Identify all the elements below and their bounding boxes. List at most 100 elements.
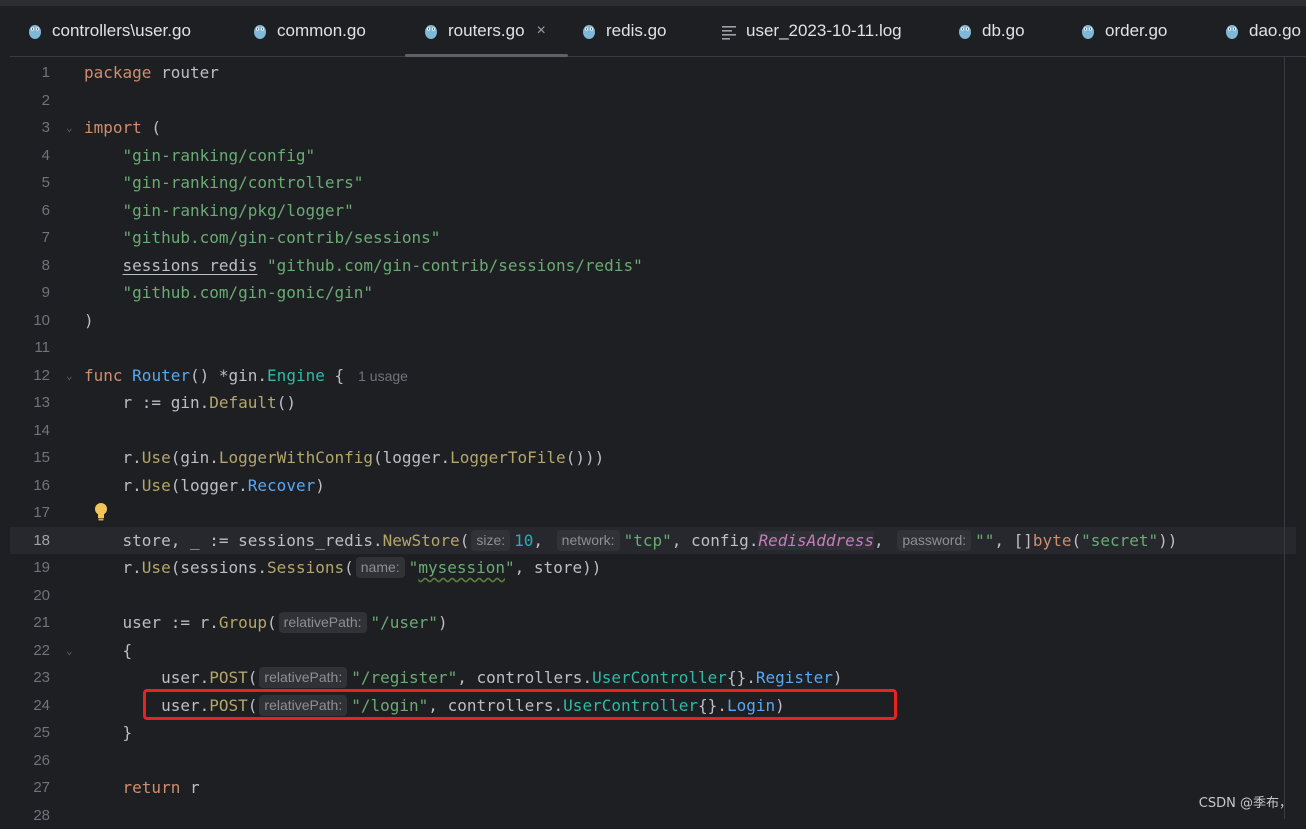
parameter-hint: network: (557, 530, 620, 551)
code-token: , (874, 531, 893, 550)
gopher-icon (1080, 22, 1096, 40)
code-token: {}. (727, 668, 756, 687)
code-line[interactable]: 27 return r (10, 774, 1296, 802)
code-text: sessions_redis "github.com/gin-contrib/s… (84, 252, 643, 280)
code-token: , (428, 696, 447, 715)
code-token: . (582, 668, 592, 687)
code-token: ( (142, 118, 161, 137)
code-token: { (123, 641, 133, 660)
code-line[interactable]: 25 } (10, 719, 1296, 747)
gopher-icon (1224, 22, 1240, 40)
tab-redis-go[interactable]: redis.go (581, 6, 666, 56)
code-line[interactable]: 7 "github.com/gin-contrib/sessions" (10, 224, 1296, 252)
code-line[interactable]: 20 (10, 582, 1296, 610)
line-number: 24 (10, 692, 50, 720)
code-line[interactable]: 16 r.Use(logger.Recover) (10, 472, 1296, 500)
line-number: 11 (10, 334, 50, 362)
code-line[interactable]: 2 (10, 87, 1296, 115)
line-number: 21 (10, 609, 50, 637)
line-number: 6 (10, 197, 50, 225)
code-line[interactable]: 3 ⌄ import ( (10, 114, 1296, 142)
tab-controllers-user-go[interactable]: controllers\user.go (27, 6, 191, 56)
code-line[interactable]: 23 user.POST(relativePath:"/register", c… (10, 664, 1296, 692)
gopher-icon (423, 22, 439, 40)
tab-user-log[interactable]: user_2023-10-11.log (721, 6, 902, 56)
close-icon[interactable]: × (537, 22, 546, 40)
editor-right-margin-line (1284, 57, 1285, 819)
code-text: "gin-ranking/pkg/logger" (84, 197, 354, 225)
string-literal: "tcp" (624, 531, 672, 550)
code-token: ( (1071, 531, 1081, 550)
method-reference: Login (727, 696, 775, 715)
code-token: gin (229, 366, 258, 385)
tab-db-go[interactable]: db.go (957, 6, 1025, 56)
code-line-current[interactable]: 18 store, _ := sessions_redis.NewStore(s… (10, 527, 1296, 555)
code-line[interactable]: 13 r := gin.Default() (10, 389, 1296, 417)
code-text: } (84, 719, 132, 747)
code-line[interactable]: 26 (10, 747, 1296, 775)
code-token: r (180, 778, 199, 797)
code-line[interactable]: 22 ⌄ { (10, 637, 1296, 665)
code-token: ( (171, 476, 181, 495)
code-line[interactable]: 8 sessions_redis "github.com/gin-contrib… (10, 252, 1296, 280)
line-number: 15 (10, 444, 50, 472)
code-line[interactable]: 14 (10, 417, 1296, 445)
function-call: Use (142, 476, 171, 495)
tab-label: common.go (277, 21, 366, 41)
tab-label: db.go (982, 21, 1025, 41)
fold-chevron-icon[interactable]: ⌄ (66, 362, 73, 390)
tab-dao-go[interactable]: dao.go (1224, 6, 1301, 56)
function-reference: Recover (248, 476, 315, 495)
code-line[interactable]: 1 package router (10, 59, 1296, 87)
usage-count-hint[interactable]: 1 usage (358, 368, 408, 384)
string-literal: "github.com/gin-contrib/sessions" (123, 228, 441, 247)
tab-label: dao.go (1249, 21, 1301, 41)
field-reference: RedisAddress (758, 531, 874, 550)
function-call: LoggerWithConfig (219, 448, 373, 467)
code-line[interactable]: 10 ) (10, 307, 1296, 335)
code-text: { (84, 637, 132, 665)
parameter-hint: relativePath: (279, 612, 367, 633)
code-line[interactable]: 24 user.POST(relativePath:"/login", cont… (10, 692, 1296, 720)
code-line[interactable]: 5 "gin-ranking/controllers" (10, 169, 1296, 197)
tab-common-go[interactable]: common.go (252, 6, 366, 56)
code-line[interactable]: 19 r.Use(sessions.Sessions(name:"mysessi… (10, 554, 1296, 582)
code-line[interactable]: 11 (10, 334, 1296, 362)
code-text: "github.com/gin-contrib/sessions" (84, 224, 440, 252)
code-text: r.Use(sessions.Sessions(name:"mysession"… (84, 554, 601, 582)
code-token: {}. (698, 696, 727, 715)
string-literal: "/register" (351, 668, 457, 687)
code-line[interactable]: 4 "gin-ranking/config" (10, 142, 1296, 170)
code-line[interactable]: 15 r.Use(gin.LoggerWithConfig(logger.Log… (10, 444, 1296, 472)
line-number: 5 (10, 169, 50, 197)
code-line[interactable]: 6 "gin-ranking/pkg/logger" (10, 197, 1296, 225)
code-line[interactable]: 21 user := r.Group(relativePath:"/user") (10, 609, 1296, 637)
code-text: user.POST(relativePath:"/register", cont… (84, 664, 843, 692)
code-line[interactable]: 28 (10, 802, 1296, 829)
code-line[interactable]: 17 (10, 499, 1296, 527)
tab-order-go[interactable]: order.go (1080, 6, 1167, 56)
log-file-icon (721, 22, 737, 40)
fold-chevron-icon[interactable]: ⌄ (66, 114, 73, 142)
parameter-hint: relativePath: (259, 667, 347, 688)
code-line[interactable]: 9 "github.com/gin-gonic/gin" (10, 279, 1296, 307)
string-literal: "gin-ranking/config" (123, 146, 316, 165)
string-literal: "/login" (351, 696, 428, 715)
code-text: func Router() *gin.Engine {1 usage (84, 362, 408, 391)
keyword: package (84, 63, 151, 82)
code-token: } (123, 723, 133, 742)
keyword: return (123, 778, 181, 797)
code-token: ) (438, 613, 448, 632)
lightbulb-icon[interactable] (94, 502, 108, 522)
code-token: ) (315, 476, 325, 495)
code-token: ) (775, 696, 785, 715)
code-line[interactable]: 12 ⌄ func Router() *gin.Engine {1 usage (10, 362, 1296, 390)
code-token: . (257, 558, 267, 577)
fold-chevron-icon[interactable]: ⌄ (66, 637, 73, 665)
line-number: 27 (10, 774, 50, 802)
code-editor[interactable]: 1 package router 2 3 ⌄ import ( 4 "gin-r… (10, 57, 1296, 819)
parameter-hint: password: (897, 530, 971, 551)
line-number: 4 (10, 142, 50, 170)
tab-routers-go[interactable]: routers.go × (423, 6, 546, 56)
keyword: func (84, 366, 123, 385)
